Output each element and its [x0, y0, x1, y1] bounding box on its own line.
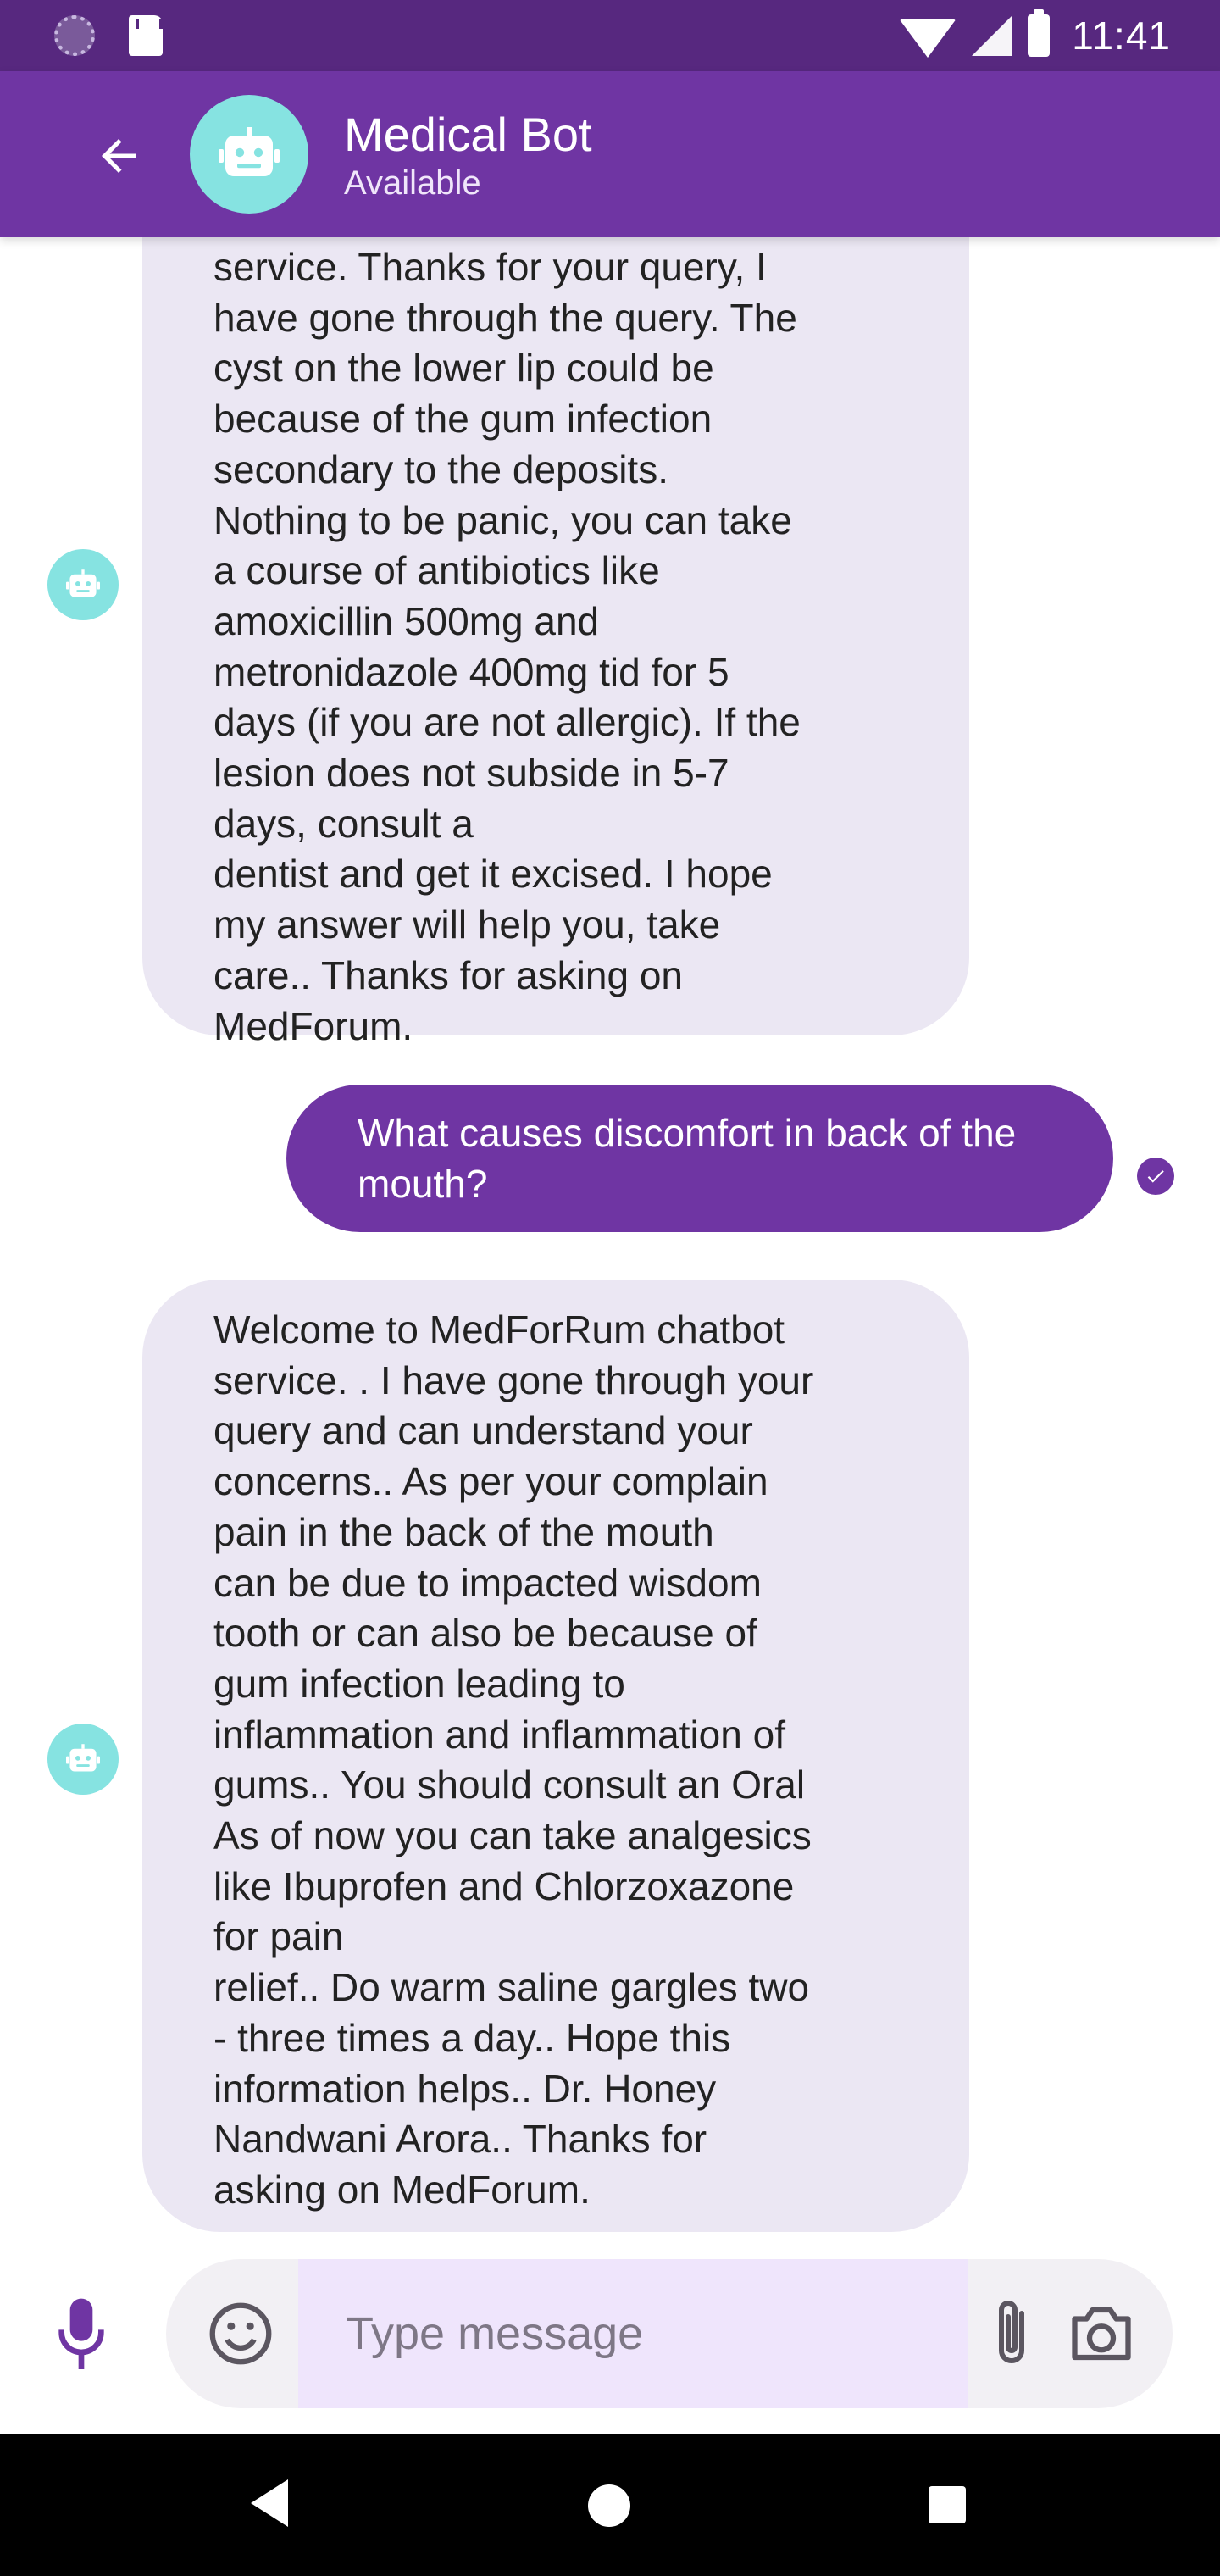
system-nav-bar — [0, 2434, 1220, 2576]
status-right: 11:41 — [899, 8, 1171, 63]
sd-card-icon — [129, 15, 163, 56]
sync-icon — [54, 15, 95, 56]
check-circle-icon — [1137, 1158, 1174, 1195]
camera-icon — [1072, 2307, 1131, 2361]
robot-icon — [66, 1744, 100, 1772]
bot-message-bubble: service. Thanks for your query, I have g… — [142, 237, 969, 1048]
chat-status: Available — [344, 164, 481, 202]
nav-back-icon[interactable] — [251, 2479, 288, 2527]
status-time: 11:41 — [1072, 14, 1171, 58]
status-bar: 11:41 — [0, 0, 1220, 71]
bot-avatar — [47, 1724, 119, 1795]
user-message-bubble: What causes discomfort in back of the mo… — [286, 1085, 1113, 1232]
avatar[interactable] — [190, 95, 308, 214]
signal-icon — [972, 15, 1013, 56]
camera-button[interactable] — [1066, 2300, 1137, 2368]
message-input[interactable] — [298, 2259, 968, 2408]
mic-button[interactable] — [47, 2293, 115, 2378]
bot-message-bubble: Welcome to MedForRum chatbot service. . … — [142, 1280, 969, 2232]
arrow-left-icon — [102, 139, 136, 173]
robot-icon — [219, 127, 280, 176]
chat-title: Medical Bot — [344, 108, 592, 161]
wifi-icon — [899, 19, 957, 58]
status-left — [54, 15, 163, 56]
app-bar: Medical Bot Available — [0, 71, 1220, 237]
microphone-icon — [58, 2298, 104, 2369]
battery-icon — [1028, 9, 1051, 57]
nav-home-icon[interactable] — [588, 2484, 630, 2527]
message-list[interactable]: service. Thanks for your query, I have g… — [0, 237, 1220, 2234]
composer-pill — [166, 2259, 1173, 2408]
composer-bar — [0, 2234, 1220, 2434]
paperclip-icon — [999, 2301, 1024, 2363]
attach-button[interactable] — [984, 2293, 1039, 2374]
robot-icon — [66, 569, 100, 597]
emoji-icon — [209, 2302, 272, 2365]
back-button[interactable] — [81, 119, 156, 193]
nav-recents-icon[interactable] — [929, 2486, 966, 2523]
bot-avatar — [47, 549, 119, 620]
emoji-button[interactable] — [205, 2298, 276, 2369]
